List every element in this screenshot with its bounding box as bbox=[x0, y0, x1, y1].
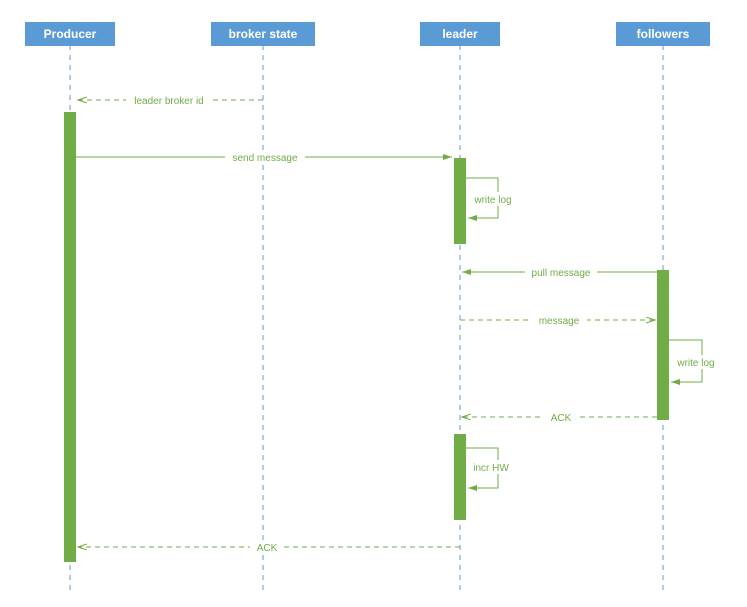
msg-label: ACK bbox=[257, 543, 278, 554]
msg-label: pull message bbox=[532, 268, 591, 279]
msg-label: leader broker id bbox=[134, 96, 203, 107]
participant-label: broker state bbox=[229, 27, 298, 41]
msg-write-log-leader: write log bbox=[466, 178, 518, 218]
msg-label: write log bbox=[473, 195, 511, 206]
msg-ack-followers: ACK bbox=[462, 410, 657, 424]
msg-label: message bbox=[539, 316, 580, 327]
msg-send-message: send message bbox=[76, 150, 452, 164]
activation-followers bbox=[657, 270, 669, 420]
activation-leader-2 bbox=[454, 434, 466, 520]
participant-label: leader bbox=[442, 27, 478, 41]
msg-label: send message bbox=[232, 153, 297, 164]
participant-leader: leader bbox=[420, 22, 500, 46]
msg-leader-broker-id: leader broker id bbox=[78, 93, 263, 107]
msg-message: message bbox=[460, 313, 655, 327]
participant-label: Producer bbox=[44, 27, 97, 41]
msg-label: ACK bbox=[551, 413, 572, 424]
msg-incr-hw: incr HW bbox=[466, 448, 514, 488]
msg-ack-leader: ACK bbox=[78, 540, 460, 554]
msg-pull-message: pull message bbox=[462, 265, 657, 279]
activation-leader-1 bbox=[454, 158, 466, 244]
sequence-diagram: Producer broker state leader followers l… bbox=[0, 0, 747, 607]
participant-followers: followers bbox=[616, 22, 710, 46]
participant-label: followers bbox=[637, 27, 690, 41]
msg-write-log-followers: write log bbox=[669, 340, 721, 382]
participant-brokerstate: broker state bbox=[211, 22, 315, 46]
activation-producer bbox=[64, 112, 76, 562]
participant-producer: Producer bbox=[25, 22, 115, 46]
msg-label: write log bbox=[676, 358, 714, 369]
msg-label: incr HW bbox=[473, 463, 509, 474]
